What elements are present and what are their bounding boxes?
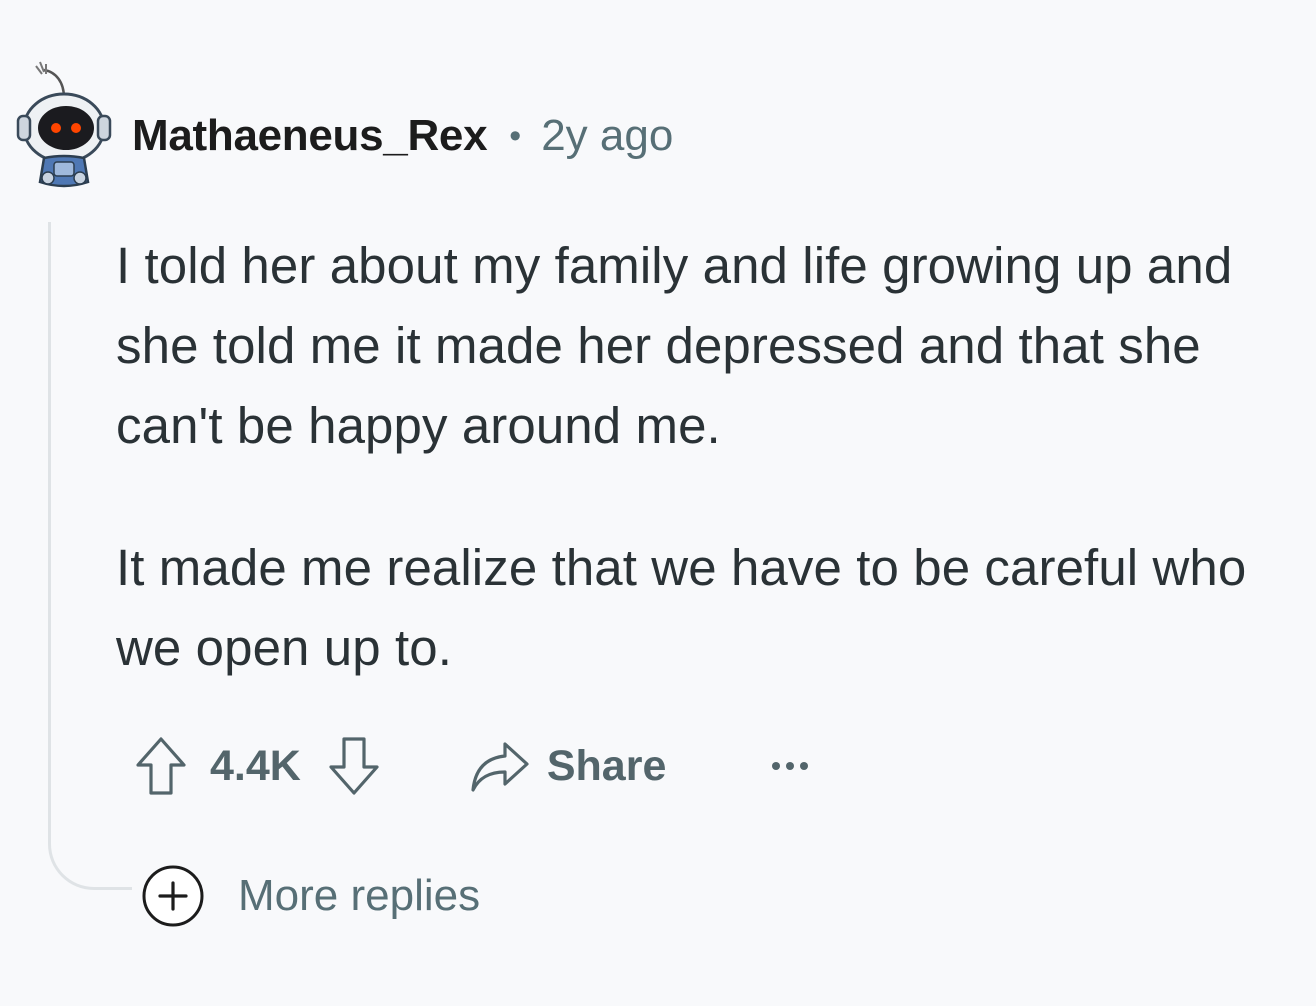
meta-separator: • — [509, 116, 522, 155]
share-arrow-icon — [471, 742, 529, 792]
vote-score: 4.4K — [210, 741, 301, 790]
more-replies-label: More replies — [238, 871, 481, 920]
more-replies-button[interactable]: More replies — [140, 862, 480, 930]
downvote-button[interactable] — [325, 733, 383, 799]
overflow-menu-button[interactable] — [770, 759, 810, 773]
comment-paragraph: I told her about my family and life grow… — [116, 237, 1233, 454]
avatar[interactable] — [14, 58, 114, 192]
comment-age: 2y ago — [541, 111, 674, 160]
upvote-button[interactable] — [132, 733, 190, 799]
action-bar: 4.4K Share — [132, 730, 810, 802]
upvote-arrow-icon — [136, 737, 186, 795]
comment: Mathaeneus_Rex • 2y ago I told her about… — [0, 0, 1316, 1006]
comment-paragraph: It made me realize that we have to be ca… — [116, 539, 1247, 676]
comment-body: I told her about my family and life grow… — [116, 226, 1296, 750]
downvote-arrow-icon — [329, 737, 379, 795]
plus-circle-icon — [142, 865, 204, 927]
snoo-robot-avatar-icon — [16, 61, 112, 188]
more-options-icon — [772, 762, 809, 770]
author-username[interactable]: Mathaeneus_Rex — [132, 111, 488, 161]
share-label: Share — [546, 741, 667, 790]
comment-header: Mathaeneus_Rex • 2y ago — [132, 106, 673, 166]
share-button[interactable]: Share — [469, 738, 667, 794]
